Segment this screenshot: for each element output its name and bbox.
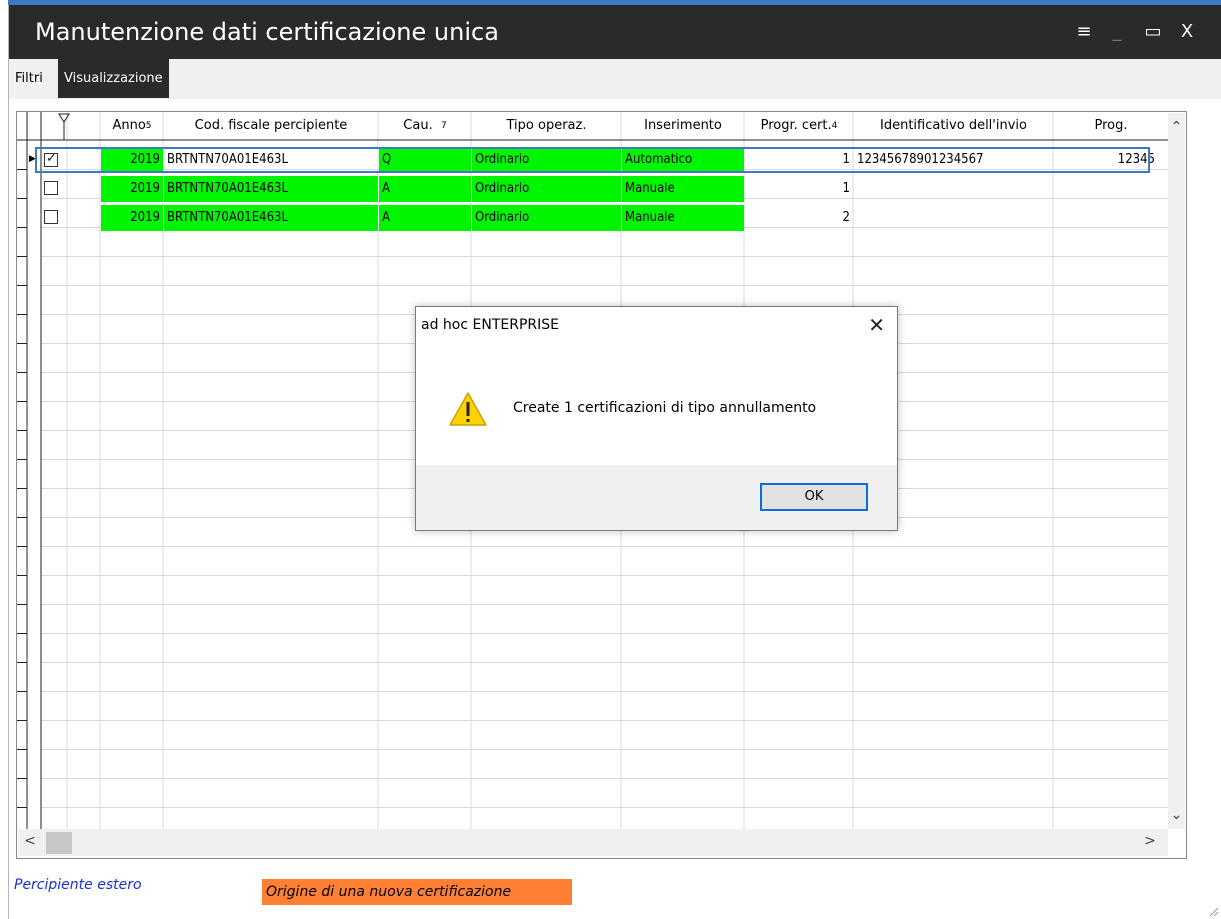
col-header-cau-label: Cau. [403,118,433,133]
cell-cod-fiscale[interactable]: BRTNTN70A01E463L [164,147,378,173]
cell-cau[interactable]: A [379,176,471,202]
sort-order-cau: 7 [440,121,447,131]
col-header-prog[interactable]: Prog. [1054,112,1168,140]
message-dialog: ad hoc ENTERPRISE ✕ Create 1 certificazi… [415,306,898,531]
horizontal-scrollbar[interactable]: < > [18,829,1168,856]
cell-progr-cert[interactable]: 1 [745,147,853,173]
row-checkbox[interactable] [44,210,58,224]
dialog-message: Create 1 certificazioni di tipo annullam… [513,400,817,416]
horizontal-scroll-thumb[interactable] [46,832,72,854]
col-header-progr-cert[interactable]: Progr. cert.4 [745,112,853,140]
col-header-tipo-operaz[interactable]: Tipo operaz. [472,112,621,140]
menu-icon[interactable]: ≡ [1071,19,1097,45]
cell-anno[interactable]: 2019 [101,176,163,202]
dialog-close-icon[interactable]: ✕ [868,313,885,337]
cell-cau[interactable]: A [379,205,471,231]
tab-visualizzazione[interactable]: Visualizzazione [58,59,169,98]
cell-prog[interactable]: 12345 [1054,147,1158,173]
warning-icon [449,392,487,426]
legend-percipiente-estero: Percipiente estero [14,877,142,893]
cell-identificativo[interactable] [854,176,1053,202]
col-header-anno[interactable]: Anno5 [101,112,163,140]
scroll-down-icon[interactable]: ⌄ [1168,807,1185,823]
cell-progr-cert[interactable]: 2 [745,205,853,231]
tab-filtri[interactable]: Filtri [9,59,49,98]
sort-order-progr-cert: 4 [831,121,838,131]
cell-cau[interactable]: Q [379,147,471,173]
vertical-scrollbar[interactable]: ⌃ ⌄ [1168,113,1185,829]
scroll-up-icon[interactable]: ⌃ [1168,119,1185,135]
col-header-identificativo[interactable]: Identificativo dell'invio [854,112,1053,140]
cell-prog[interactable] [1054,205,1158,231]
cell-tipo-operaz[interactable]: Ordinario [472,176,621,202]
cell-progr-cert[interactable]: 1 [745,176,853,202]
sort-order-anno: 5 [145,121,152,131]
dialog-title: ad hoc ENTERPRISE [421,317,559,333]
legend-origine-nuova-certificazione: Origine di una nuova certificazione [262,879,572,905]
scroll-left-icon[interactable]: < [22,833,38,849]
row-checkbox[interactable] [44,181,58,195]
window-title: Manutenzione dati certificazione unica [35,18,499,46]
cell-inserimento[interactable]: Manuale [622,205,744,231]
cell-identificativo[interactable]: 12345678901234567 [854,147,1053,173]
cell-anno[interactable]: 2019 [101,147,163,173]
current-row-indicator-icon: ▶ [29,154,36,164]
dialog-footer: OK [416,465,897,530]
col-header-cod-fiscale[interactable]: Cod. fiscale percipiente [164,112,378,140]
cell-cod-fiscale[interactable]: BRTNTN70A01E463L [164,176,378,202]
scroll-right-icon[interactable]: > [1142,833,1158,849]
cell-prog[interactable] [1054,176,1158,202]
cell-cod-fiscale[interactable]: BRTNTN70A01E463L [164,205,378,231]
cell-inserimento[interactable]: Automatico [622,147,744,173]
col-header-anno-label: Anno [112,118,146,133]
cell-anno[interactable]: 2019 [101,205,163,231]
close-icon[interactable]: X [1174,19,1200,45]
title-bar: Manutenzione dati certificazione unica ≡… [9,5,1221,59]
tab-bar: Filtri Visualizzazione [9,59,1221,99]
resize-grip-icon[interactable] [1207,905,1219,917]
cell-tipo-operaz[interactable]: Ordinario [472,205,621,231]
ok-button[interactable]: OK [760,483,868,511]
cell-inserimento[interactable]: Manuale [622,176,744,202]
row-checkbox[interactable] [44,151,58,167]
maximize-icon[interactable]: ▭ [1140,19,1166,45]
col-header-cau[interactable]: Cau. 7 [379,112,471,140]
col-header-inserimento[interactable]: Inserimento [622,112,744,140]
col-header-progr-cert-label: Progr. cert. [760,118,832,133]
cell-identificativo[interactable] [854,205,1053,231]
cell-tipo-operaz[interactable]: Ordinario [472,147,621,173]
minimize-icon[interactable]: _ [1104,19,1130,45]
